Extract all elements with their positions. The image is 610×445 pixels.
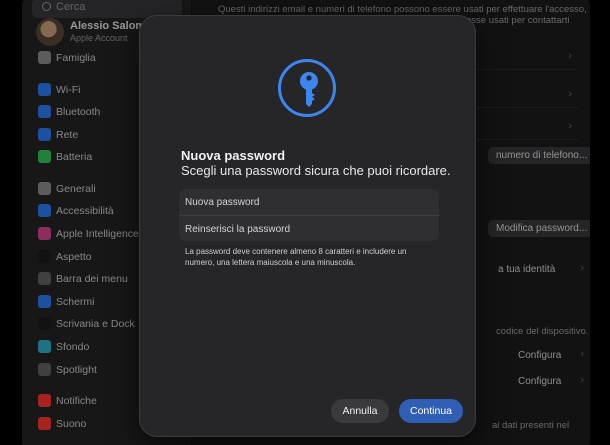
cancel-button[interactable]: Annulla xyxy=(331,399,389,423)
confirm-password-field[interactable] xyxy=(179,216,439,242)
password-requirements-hint: La password deve contenere almeno 8 cara… xyxy=(185,247,407,267)
key-icon xyxy=(278,59,336,117)
dialog-title: Nuova password xyxy=(181,148,286,163)
new-password-dialog: Nuova password Scegli una password sicur… xyxy=(139,15,476,437)
new-password-field[interactable] xyxy=(179,189,439,215)
dialog-subtitle: Scegli una password sicura che puoi rico… xyxy=(181,163,451,178)
continue-button[interactable]: Continua xyxy=(399,399,463,423)
password-fields xyxy=(179,189,439,242)
